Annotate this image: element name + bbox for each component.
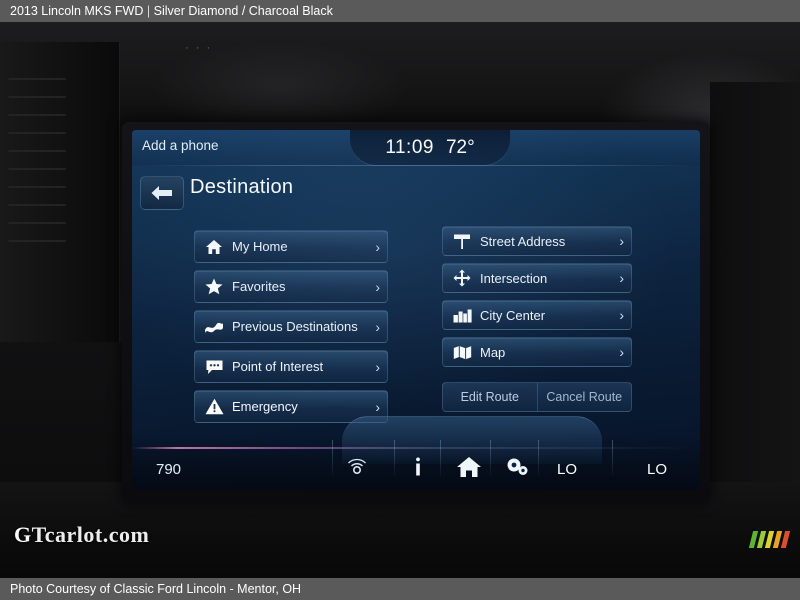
chevron-right-icon: › — [619, 270, 624, 286]
temperature-display: 72° — [445, 137, 475, 158]
control-divider — [332, 440, 333, 476]
chevron-right-icon: › — [619, 344, 624, 360]
dashboard-right-panel — [710, 82, 800, 522]
chevron-right-icon: › — [375, 358, 380, 375]
back-arrow-icon — [151, 186, 172, 200]
status-bar: Add a phone 11:09 72° — [132, 130, 700, 166]
menu-item-label: Point of Interest — [232, 359, 324, 374]
clock-temperature-pod: 11:09 72° — [350, 130, 510, 166]
menu-item-label: City Center — [480, 307, 546, 323]
control-divider — [394, 440, 395, 476]
menu-item-intersection[interactable]: Intersection › — [442, 263, 632, 293]
destination-menu-right: Street Address › Intersection › City Cen… — [442, 226, 632, 374]
star-icon — [203, 277, 225, 297]
city-skyline-icon — [451, 305, 473, 325]
menu-item-favorites[interactable]: Favorites › — [194, 270, 388, 303]
menu-item-city-center[interactable]: City Center › — [442, 300, 632, 330]
menu-item-label: Street Address — [480, 233, 566, 249]
home-icon — [203, 237, 225, 257]
signpost-icon — [451, 231, 473, 251]
cancel-route-button[interactable]: Cancel Route — [536, 382, 632, 412]
site-watermark: GTcarlot.com — [14, 522, 149, 548]
control-divider — [538, 440, 539, 476]
warning-triangle-icon — [203, 397, 225, 417]
add-phone-button[interactable]: Add a phone — [142, 138, 219, 153]
map-folded-icon — [451, 342, 473, 362]
settings-gear-icon[interactable] — [504, 456, 530, 478]
speech-bubble-icon — [203, 357, 225, 377]
flag-icon — [203, 317, 225, 337]
menu-item-my-home[interactable]: My Home › — [194, 230, 388, 263]
vehicle-interior-photo: · · · Add a phone 11:09 72° Destination … — [0, 22, 800, 578]
watermark-g: G — [14, 522, 32, 547]
route-buttons: Edit Route Cancel Route — [442, 382, 632, 412]
menu-item-map[interactable]: Map › — [442, 337, 632, 367]
back-button[interactable] — [140, 176, 184, 210]
control-divider — [612, 440, 613, 476]
menu-item-label: My Home — [232, 239, 288, 254]
page-title: Destination — [190, 176, 294, 198]
menu-item-label: Favorites — [232, 279, 286, 294]
radio-preset-display[interactable]: 790 — [156, 461, 181, 478]
status-divider — [132, 165, 700, 166]
climate-right-temp[interactable]: LO — [647, 461, 667, 478]
infotainment-screen[interactable]: Add a phone 11:09 72° Destination My Hom… — [132, 130, 700, 490]
menu-item-label: Intersection — [480, 270, 548, 286]
menu-item-label: Emergency — [232, 399, 298, 414]
dashboard-side-vent — [0, 42, 120, 372]
chevron-right-icon: › — [375, 318, 380, 335]
intersection-icon — [451, 268, 473, 288]
watermark-text: Tcarlot.com — [31, 522, 150, 547]
edit-route-button[interactable]: Edit Route — [442, 382, 537, 412]
control-bar-accent-line — [132, 447, 700, 449]
sirius-antenna-icon[interactable] — [346, 458, 368, 478]
menu-item-label: Previous Destinations — [232, 319, 358, 334]
control-bar: 790 LO LO — [132, 416, 700, 490]
menu-item-previous-destinations[interactable]: Previous Destinations › — [194, 310, 388, 343]
dashboard-texture: · · · — [185, 42, 213, 54]
vehicle-colors: Silver Diamond / Charcoal Black — [153, 4, 333, 18]
climate-left-temp[interactable]: LO — [557, 461, 577, 478]
chevron-right-icon: › — [375, 278, 380, 295]
photo-credit-bar: Photo Courtesy of Classic Ford Lincoln -… — [0, 578, 800, 600]
photo-credit: Photo Courtesy of Classic Ford Lincoln -… — [10, 582, 302, 596]
control-divider — [490, 440, 491, 476]
control-divider — [440, 440, 441, 476]
chevron-right-icon: › — [375, 398, 380, 415]
chevron-right-icon: › — [619, 233, 624, 249]
destination-menu-left: My Home › Favorites › Previous Destinati… — [194, 230, 388, 430]
vehicle-title: 2013 Lincoln MKS FWD — [10, 4, 144, 18]
caption-separator: | — [146, 4, 151, 18]
clock-display: 11:09 — [385, 137, 434, 158]
screenshot-root: 2013 Lincoln MKS FWD | Silver Diamond / … — [0, 0, 800, 600]
chevron-right-icon: › — [375, 238, 380, 255]
chevron-right-icon: › — [619, 307, 624, 323]
menu-item-point-of-interest[interactable]: Point of Interest › — [194, 350, 388, 383]
color-bars-logo — [748, 531, 791, 548]
info-icon[interactable] — [410, 456, 426, 478]
home-icon[interactable] — [456, 456, 482, 478]
menu-item-label: Map — [480, 344, 506, 360]
caption-top-bar: 2013 Lincoln MKS FWD | Silver Diamond / … — [0, 0, 800, 22]
menu-item-street-address[interactable]: Street Address › — [442, 226, 632, 256]
